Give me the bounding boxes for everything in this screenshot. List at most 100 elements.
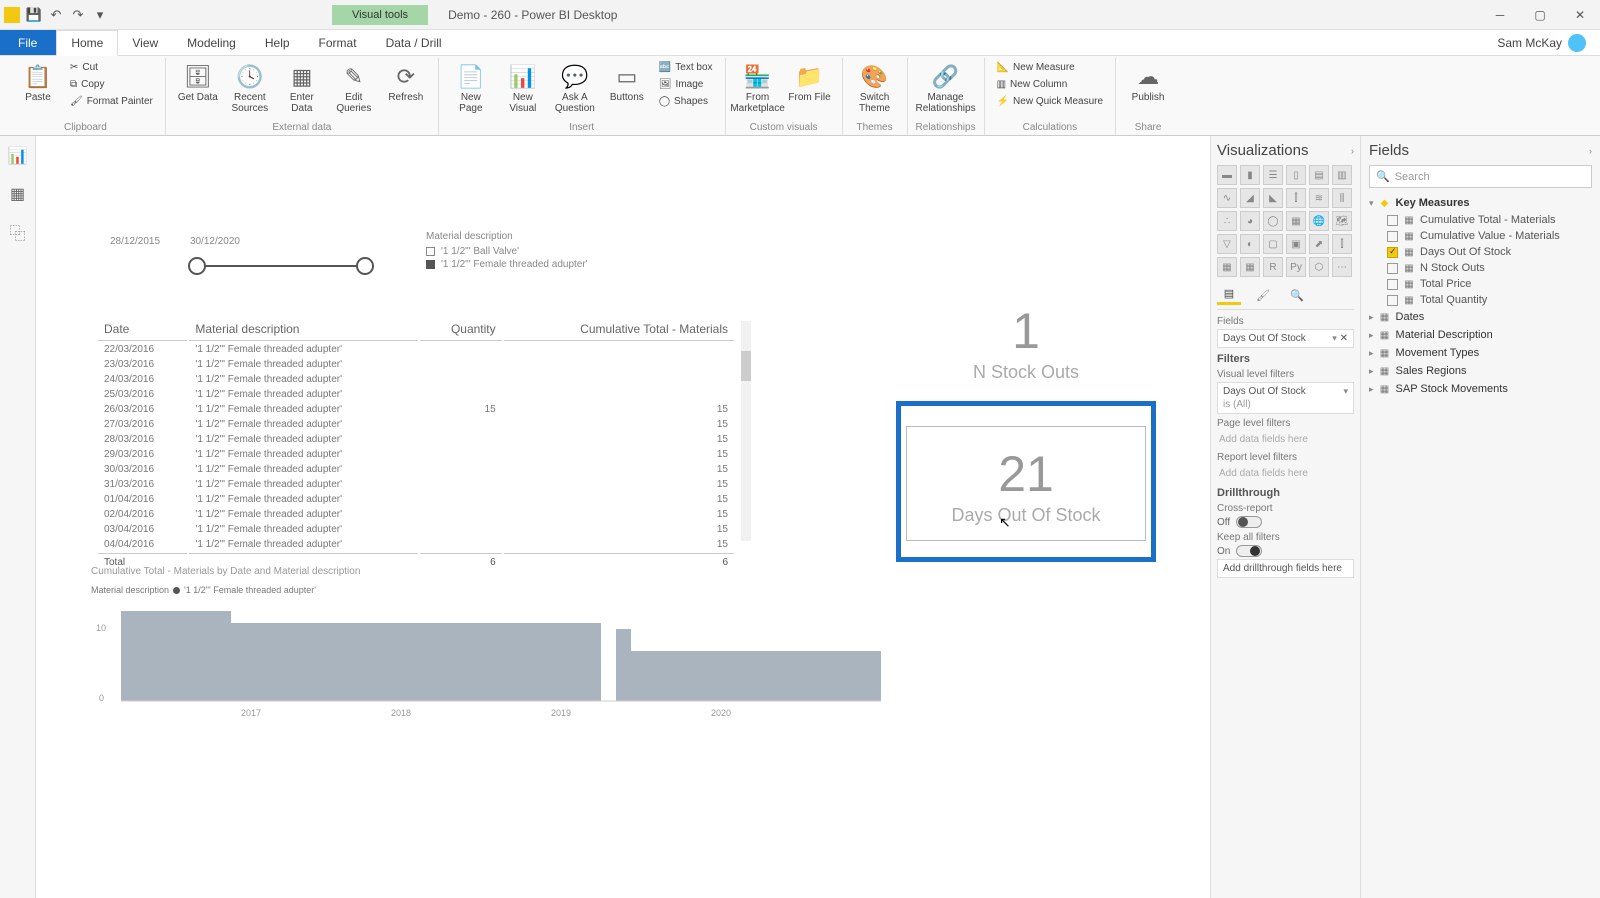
filter-card[interactable]: Days Out Of Stock▾ is (All) bbox=[1217, 382, 1354, 414]
keep-filters-toggle[interactable]: On bbox=[1217, 545, 1354, 557]
100-column-icon[interactable]: ▥ bbox=[1332, 165, 1352, 185]
image-button[interactable]: 🖼Image bbox=[655, 77, 717, 92]
gauge-icon[interactable]: ◐ bbox=[1240, 234, 1260, 254]
new-page-button[interactable]: 📄New Page bbox=[447, 60, 495, 118]
recent-sources-button[interactable]: 🕓Recent Sources bbox=[226, 60, 274, 118]
redo-icon[interactable]: ↷ bbox=[70, 7, 86, 23]
remove-icon[interactable]: ✕ bbox=[1340, 333, 1348, 344]
field-cumulative-value[interactable]: ▦Cumulative Value - Materials bbox=[1369, 228, 1592, 244]
new-measure-button[interactable]: 📐New Measure bbox=[993, 60, 1107, 75]
treemap-icon[interactable]: ▦ bbox=[1286, 211, 1306, 231]
date-slicer[interactable]: 28/12/2015 30/12/2020 bbox=[96, 236, 396, 281]
slider-thumb-right[interactable] bbox=[356, 257, 374, 275]
area-chart-visual[interactable]: Cumulative Total - Materials by Date and… bbox=[91, 566, 901, 721]
field-well-item[interactable]: Days Out Of Stock▾ ✕ bbox=[1217, 329, 1354, 348]
edit-queries-button[interactable]: ✎Edit Queries bbox=[330, 60, 378, 118]
drillthrough-fields-well[interactable]: Add drillthrough fields here bbox=[1217, 559, 1354, 578]
tab-format[interactable]: Format bbox=[305, 30, 372, 55]
qat-dropdown-icon[interactable]: ▾ bbox=[92, 7, 108, 23]
manage-relationships-button[interactable]: 🔗Manage Relationships bbox=[916, 60, 976, 118]
table-row[interactable]: 26/03/2016'1 1/2"' Female threaded adupt… bbox=[98, 403, 734, 416]
buttons-button[interactable]: ▭Buttons bbox=[603, 60, 651, 107]
table-material-description[interactable]: ▸▦Material Description bbox=[1369, 326, 1592, 344]
filled-map-icon[interactable]: 🗺 bbox=[1332, 211, 1352, 231]
field-n-stock-outs[interactable]: ▦N Stock Outs bbox=[1369, 260, 1592, 276]
get-data-button[interactable]: 🗄Get Data bbox=[174, 60, 222, 107]
collapse-icon[interactable]: › bbox=[1351, 146, 1354, 156]
col-cumulative[interactable]: Cumulative Total - Materials bbox=[504, 318, 734, 341]
matrix-icon[interactable]: ▦ bbox=[1240, 257, 1260, 277]
collapse-icon[interactable]: › bbox=[1589, 146, 1592, 156]
table-row[interactable]: 22/03/2016'1 1/2"' Female threaded adupt… bbox=[98, 343, 734, 356]
col-material[interactable]: Material description bbox=[189, 318, 418, 341]
table-row[interactable]: 02/04/2016'1 1/2"' Female threaded adupt… bbox=[98, 508, 734, 521]
stacked-area-icon[interactable]: ◣ bbox=[1263, 188, 1283, 208]
field-cumulative-total[interactable]: ▦Cumulative Total - Materials bbox=[1369, 212, 1592, 228]
stacked-column-icon[interactable]: ▮ bbox=[1240, 165, 1260, 185]
table-key-measures[interactable]: ▾◆Key Measures bbox=[1369, 194, 1592, 212]
model-view-button[interactable]: ⿻ bbox=[6, 220, 30, 244]
from-marketplace-button[interactable]: 🏪From Marketplace bbox=[734, 60, 782, 118]
table-row[interactable]: 03/04/2016'1 1/2"' Female threaded adupt… bbox=[98, 523, 734, 536]
data-table[interactable]: Date Material description Quantity Cumul… bbox=[96, 316, 736, 571]
table-movement-types[interactable]: ▸▦Movement Types bbox=[1369, 344, 1592, 362]
table-row[interactable]: 30/03/2016'1 1/2"' Female threaded adupt… bbox=[98, 463, 734, 476]
new-quick-measure-button[interactable]: ⚡New Quick Measure bbox=[993, 94, 1107, 109]
table-row[interactable]: 24/03/2016'1 1/2"' Female threaded adupt… bbox=[98, 373, 734, 386]
table-row[interactable]: 31/03/2016'1 1/2"' Female threaded adupt… bbox=[98, 478, 734, 491]
card-icon[interactable]: ▢ bbox=[1263, 234, 1283, 254]
clustered-column-icon[interactable]: ▯ bbox=[1286, 165, 1306, 185]
scatter-icon[interactable]: ∴ bbox=[1217, 211, 1237, 231]
card-n-stock-outs[interactable]: 1 N Stock Outs bbox=[906, 306, 1146, 383]
map-icon[interactable]: 🌐 bbox=[1309, 211, 1329, 231]
donut-icon[interactable]: ◯ bbox=[1263, 211, 1283, 231]
user-account[interactable]: Sam McKay bbox=[1483, 30, 1600, 55]
table-dates[interactable]: ▸▦Dates bbox=[1369, 308, 1592, 326]
format-painter-button[interactable]: 🖌Format Painter bbox=[66, 94, 157, 109]
tab-home[interactable]: Home bbox=[56, 30, 118, 56]
tab-help[interactable]: Help bbox=[251, 30, 305, 55]
fields-tab-icon[interactable]: ▤ bbox=[1217, 285, 1241, 305]
field-total-quantity[interactable]: ▦Total Quantity bbox=[1369, 292, 1592, 308]
paste-button[interactable]: 📋Paste bbox=[14, 60, 62, 107]
new-visual-button[interactable]: 📊New Visual bbox=[499, 60, 547, 118]
shapes-button[interactable]: ◯Shapes bbox=[655, 94, 717, 109]
stacked-bar-icon[interactable]: ▬ bbox=[1217, 165, 1237, 185]
analytics-tab-icon[interactable]: 🔍 bbox=[1285, 285, 1309, 305]
add-fields-placeholder[interactable]: Add data fields here bbox=[1217, 465, 1354, 482]
table-row[interactable]: 04/04/2016'1 1/2"' Female threaded adupt… bbox=[98, 538, 734, 551]
close-button[interactable]: ✕ bbox=[1560, 0, 1600, 30]
table-row[interactable]: 25/03/2016'1 1/2"' Female threaded adupt… bbox=[98, 388, 734, 401]
col-date[interactable]: Date bbox=[98, 318, 187, 341]
table-icon[interactable]: ▦ bbox=[1217, 257, 1237, 277]
multi-card-icon[interactable]: ▣ bbox=[1286, 234, 1306, 254]
new-column-button[interactable]: ▥New Column bbox=[993, 77, 1107, 92]
chevron-down-icon[interactable]: ▾ bbox=[1343, 386, 1348, 397]
table-scrollbar[interactable] bbox=[741, 321, 751, 541]
tab-file[interactable]: File bbox=[0, 30, 56, 55]
tab-datadrill[interactable]: Data / Drill bbox=[372, 30, 457, 55]
table-row[interactable]: 28/03/2016'1 1/2"' Female threaded adupt… bbox=[98, 433, 734, 446]
legend-item-female-adapter[interactable]: '1 1/2"' Female threaded adupter' bbox=[426, 259, 588, 270]
legend-item-ball-valve[interactable]: '1 1/2"' Ball Valve' bbox=[426, 246, 588, 257]
field-total-price[interactable]: ▦Total Price bbox=[1369, 276, 1592, 292]
card-days-out-of-stock-selected[interactable]: 21 Days Out Of Stock bbox=[896, 401, 1156, 562]
publish-button[interactable]: ☁Publish bbox=[1124, 60, 1172, 107]
maximize-button[interactable]: ▢ bbox=[1520, 0, 1560, 30]
table-row[interactable]: 27/03/2016'1 1/2"' Female threaded adupt… bbox=[98, 418, 734, 431]
col-quantity[interactable]: Quantity bbox=[420, 318, 502, 341]
clustered-bar-icon[interactable]: ☰ bbox=[1263, 165, 1283, 185]
table-sales-regions[interactable]: ▸▦Sales Regions bbox=[1369, 362, 1592, 380]
copy-button[interactable]: ⧉Copy bbox=[66, 77, 157, 92]
table-row[interactable]: 23/03/2016'1 1/2"' Female threaded adupt… bbox=[98, 358, 734, 371]
minimize-button[interactable]: ─ bbox=[1480, 0, 1520, 30]
line-chart-icon[interactable]: ∿ bbox=[1217, 188, 1237, 208]
cross-report-toggle[interactable]: Off bbox=[1217, 516, 1354, 528]
from-file-button[interactable]: 📁From File bbox=[786, 60, 834, 107]
kpi-icon[interactable]: ⬈ bbox=[1309, 234, 1329, 254]
chevron-down-icon[interactable]: ▾ bbox=[1332, 333, 1337, 343]
ribbon-chart-icon[interactable]: ≋ bbox=[1309, 188, 1329, 208]
cut-button[interactable]: ✂Cut bbox=[66, 60, 157, 75]
format-tab-icon[interactable]: 🖌 bbox=[1251, 285, 1275, 305]
data-view-button[interactable]: ▦ bbox=[6, 182, 30, 206]
